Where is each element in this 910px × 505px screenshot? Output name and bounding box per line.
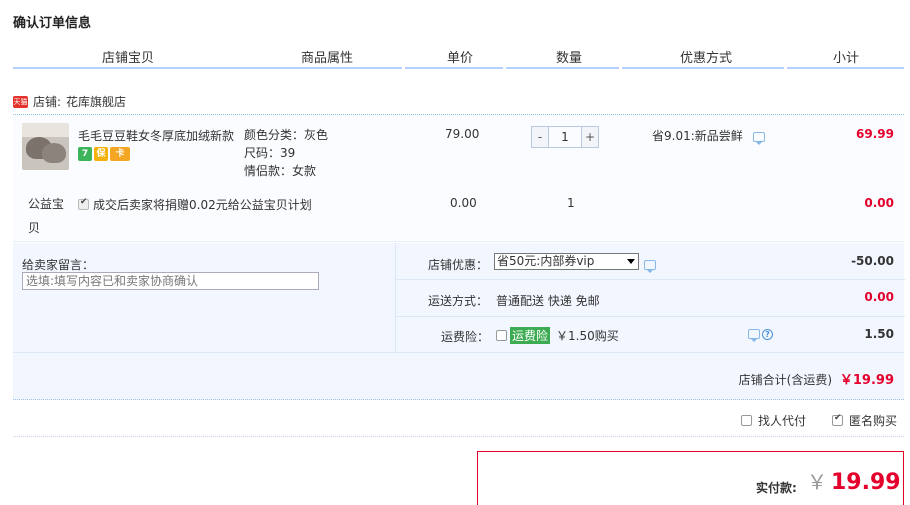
discount-label: 店铺优惠： bbox=[428, 258, 489, 272]
column-header-row: 店铺宝贝 商品属性 单价 数量 优惠方式 小计 bbox=[13, 40, 904, 69]
service-icons: 7 保 卡 bbox=[78, 147, 130, 161]
insurance-tag: 运费险 bbox=[510, 327, 551, 344]
shop-total-amount: ￥19.99 bbox=[839, 373, 894, 388]
product-thumbnail[interactable] bbox=[22, 123, 69, 170]
charity-label: 公益宝贝 bbox=[28, 197, 65, 235]
qty-input[interactable]: 1 bbox=[549, 126, 581, 148]
item-subtotal: 69.99 bbox=[856, 127, 894, 141]
insurance-amount: 1.50 bbox=[864, 327, 894, 341]
attr-color: 颜色分类：灰色 bbox=[244, 128, 329, 142]
payment-value: 19.99 bbox=[831, 470, 901, 495]
qty-minus-button[interactable]: - bbox=[531, 126, 549, 148]
shop-label: 店铺: bbox=[33, 95, 62, 109]
credit-card-icon[interactable]: 卡 bbox=[110, 147, 130, 161]
promotion-text: 省9.01:新品尝鲜 bbox=[652, 129, 743, 143]
proxy-pay-checkbox[interactable] bbox=[741, 415, 752, 426]
shipping-method: 普通配送 快递 免邮 bbox=[496, 294, 600, 308]
chat-icon[interactable] bbox=[752, 131, 765, 145]
charity-text: 成交后卖家将捐赠0.02元给公益宝贝计划 bbox=[93, 198, 312, 212]
insurance-price: ￥1.50购买 bbox=[556, 329, 619, 343]
charity-checkbox bbox=[78, 197, 89, 210]
discount-amount: -50.00 bbox=[851, 254, 894, 268]
anonymous-label: 匿名购买 bbox=[849, 414, 898, 428]
message-input[interactable]: 选填:填写内容已和卖家协商确认 bbox=[22, 272, 319, 290]
insurance-checkbox[interactable] bbox=[496, 330, 507, 341]
insurance-label: 运费险： bbox=[441, 330, 490, 344]
column-header-shop-item: 店铺宝贝 bbox=[102, 51, 155, 66]
shipping-amount: 0.00 bbox=[864, 290, 894, 304]
column-header-promotion: 优惠方式 bbox=[680, 51, 733, 66]
insurance-option: 运费险 ￥1.50购买 bbox=[496, 327, 619, 344]
insurance-help: ? bbox=[748, 329, 773, 342]
product-title-link[interactable]: 毛毛豆豆鞋女冬厚底加绒新款 bbox=[78, 127, 238, 144]
message-label: 给卖家留言： bbox=[22, 258, 95, 272]
anonymous-option[interactable]: 匿名购买 bbox=[832, 412, 897, 429]
proxy-pay-label: 找人代付 bbox=[758, 414, 807, 428]
shop-total-label: 店铺合计(含运费) bbox=[738, 373, 833, 387]
insurance-chat-icon[interactable] bbox=[748, 329, 760, 342]
charity-subtotal: 0.00 bbox=[864, 196, 894, 210]
attr-couple-style: 情侣款：女款 bbox=[244, 164, 317, 178]
guarantee-icon[interactable]: 保 bbox=[94, 147, 108, 161]
quantity-stepper: - 1 + bbox=[531, 126, 599, 148]
discount-selected-value: 省50元:内部券vip bbox=[497, 254, 595, 268]
payment-amount: ￥ 19.99 bbox=[807, 466, 901, 495]
shop-line: 天猫 店铺: 花库旗舰店 bbox=[13, 93, 126, 110]
help-icon[interactable]: ? bbox=[762, 329, 773, 340]
shipping-label: 运送方式： bbox=[428, 294, 489, 308]
charity-qty: 1 bbox=[567, 196, 575, 210]
dropdown-arrow-icon bbox=[627, 259, 635, 264]
divider bbox=[13, 436, 904, 437]
qty-plus-button[interactable]: + bbox=[581, 126, 599, 148]
page-title: 确认订单信息 bbox=[13, 16, 92, 31]
promotion: 省9.01:新品尝鲜 bbox=[652, 127, 765, 145]
discount-chat-icon[interactable] bbox=[644, 259, 656, 273]
discount-select[interactable]: 省50元:内部券vip bbox=[494, 253, 639, 270]
payment-label: 实付款: bbox=[756, 481, 797, 495]
column-header-quantity: 数量 bbox=[556, 51, 583, 66]
charity-info: 成交后卖家将捐赠0.02元给公益宝贝计划 bbox=[78, 196, 312, 213]
shop-name-link[interactable]: 花库旗舰店 bbox=[66, 93, 126, 110]
tmall-icon: 天猫 bbox=[13, 95, 28, 108]
anonymous-checkbox[interactable] bbox=[832, 413, 843, 426]
charity-price: 0.00 bbox=[450, 196, 477, 210]
column-header-price: 单价 bbox=[447, 51, 474, 66]
attr-size: 尺码：39 bbox=[244, 146, 296, 160]
currency-symbol: ￥ bbox=[807, 470, 827, 494]
7-day-return-icon[interactable]: 7 bbox=[78, 147, 92, 161]
column-header-subtotal: 小计 bbox=[833, 51, 860, 66]
shop-total: 店铺合计(含运费) ￥19.99 bbox=[739, 369, 894, 388]
column-header-attributes: 商品属性 bbox=[301, 51, 354, 66]
unit-price: 79.00 bbox=[445, 127, 480, 141]
proxy-pay-option[interactable]: 找人代付 bbox=[741, 412, 806, 429]
